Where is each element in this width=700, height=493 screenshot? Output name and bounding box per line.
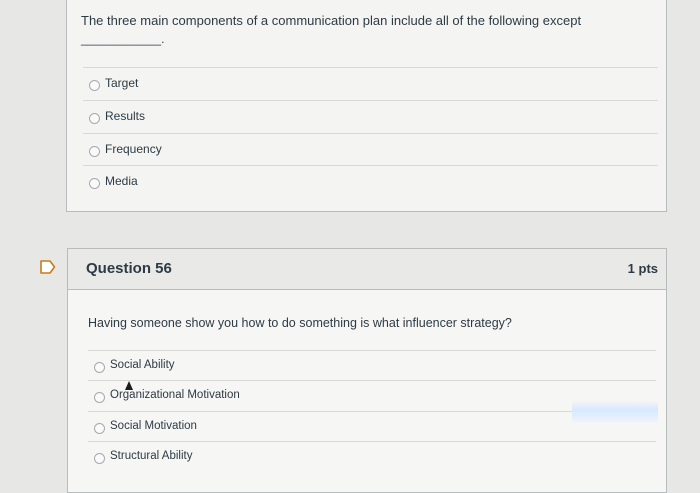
answer-label: Structural Ability <box>110 450 193 462</box>
previous-question-blank: ____________. <box>81 32 165 46</box>
mouse-cursor-icon <box>125 381 133 390</box>
answer-option[interactable]: Media <box>83 165 658 198</box>
radio-button[interactable] <box>89 178 100 189</box>
question-header: Question 56 1 pts <box>68 249 666 290</box>
previous-question-card: The three main components of a communica… <box>66 0 667 212</box>
answer-label: Results <box>105 109 146 123</box>
radio-button[interactable] <box>94 362 105 373</box>
answer-option[interactable]: Social Ability <box>88 350 656 381</box>
answer-option[interactable]: Social Motivation <box>88 411 656 442</box>
screen-glare <box>572 401 658 423</box>
question-title: Question 56 <box>86 260 172 277</box>
radio-button[interactable] <box>94 423 105 434</box>
question-text: Having someone show you how to do someth… <box>88 316 512 330</box>
answer-option[interactable]: Frequency <box>83 133 658 166</box>
answer-label: Frequency <box>105 142 162 156</box>
answer-label: Social Ability <box>110 359 175 371</box>
answer-option[interactable]: Results <box>83 100 658 133</box>
answer-label: Target <box>105 76 139 90</box>
answer-label: Social Motivation <box>110 420 197 432</box>
flag-question-icon[interactable] <box>40 260 56 274</box>
answer-option[interactable]: Target <box>83 67 658 100</box>
radio-button[interactable] <box>89 80 100 91</box>
radio-button[interactable] <box>94 392 105 403</box>
answer-label: Organizational Motivation <box>110 389 240 401</box>
question-points: 1 pts <box>627 261 658 276</box>
radio-button[interactable] <box>94 453 105 464</box>
answer-label: Media <box>105 174 138 188</box>
question-card: Question 56 1 pts Having someone show yo… <box>67 248 667 493</box>
answer-option[interactable]: Organizational Motivation <box>88 380 656 411</box>
answer-option[interactable]: Structural Ability <box>88 441 656 472</box>
radio-button[interactable] <box>89 113 100 124</box>
previous-question-text: The three main components of a communica… <box>81 13 582 28</box>
radio-button[interactable] <box>89 146 100 157</box>
